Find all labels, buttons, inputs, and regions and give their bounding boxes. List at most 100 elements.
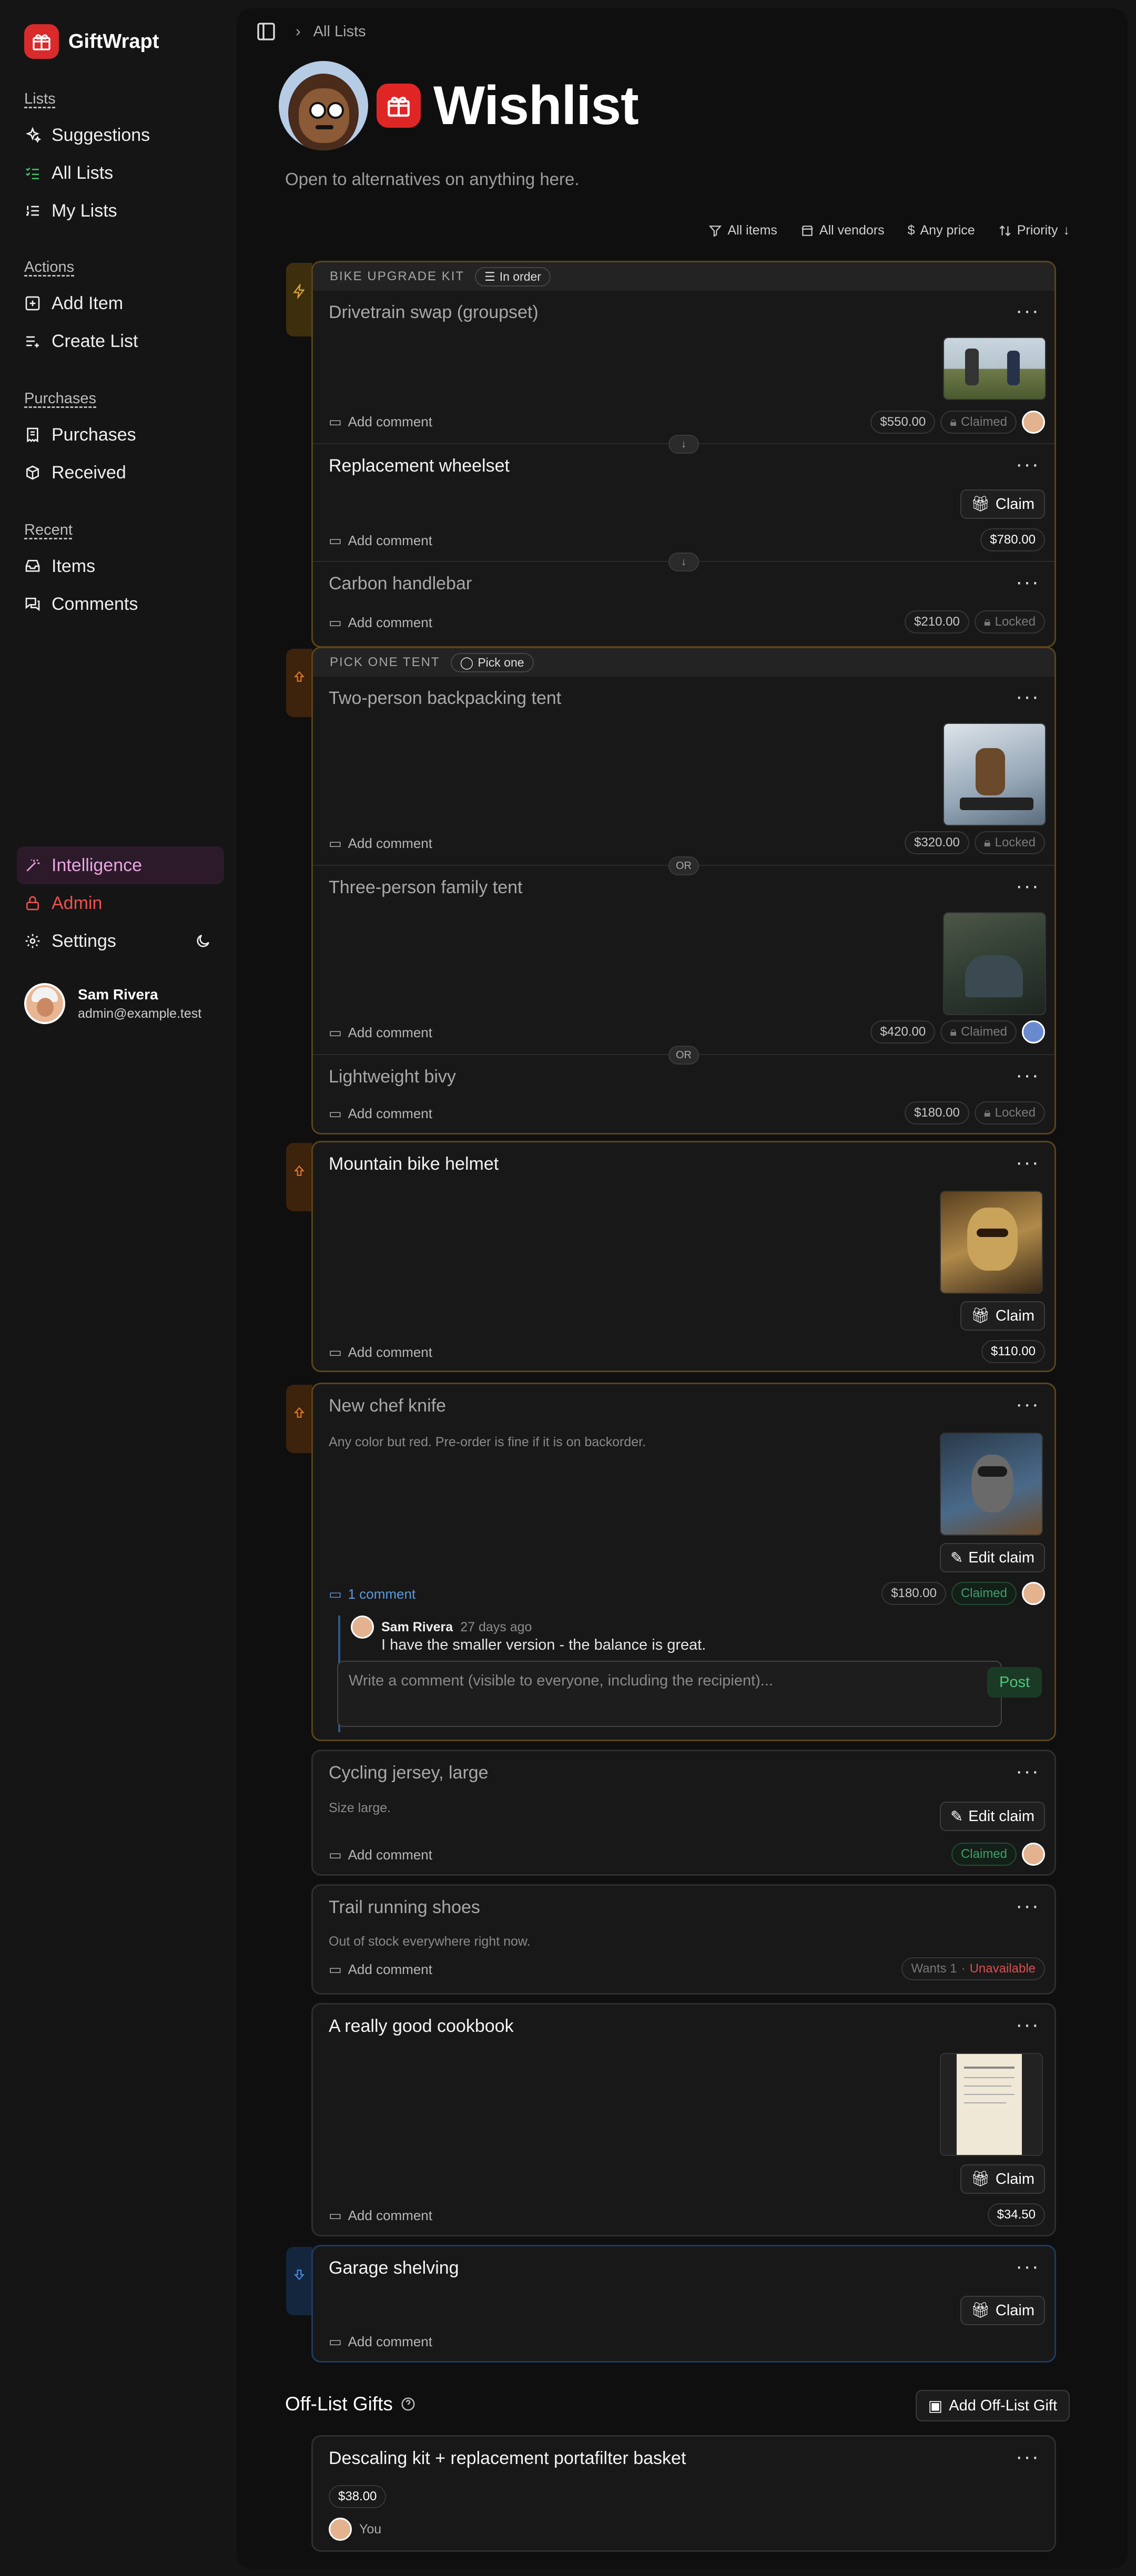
add-comment-button[interactable]: ▭ Add comment	[329, 1025, 432, 1041]
claim-button[interactable]: 🎁︎ Claim	[960, 1301, 1045, 1331]
item-card[interactable]: New chef knife ··· Any color but red. Pr…	[311, 1383, 1056, 1741]
comment-input[interactable]: Write a comment (visible to everyone, in…	[337, 1661, 1002, 1727]
message-icon: ▭	[329, 2334, 342, 2349]
filter-items[interactable]: All items	[708, 223, 777, 238]
nav-item-purchases[interactable]: Purchases	[24, 416, 224, 454]
more-menu-icon[interactable]: ···	[1016, 686, 1040, 707]
more-menu-icon[interactable]: ···	[1016, 300, 1040, 321]
item-name[interactable]: Mountain bike helmet	[329, 1154, 499, 1174]
sidebar-toggle-icon[interactable]	[256, 21, 277, 42]
more-menu-icon[interactable]: ···	[1016, 2256, 1040, 2277]
item-image	[940, 2053, 1043, 2156]
item-name[interactable]: Two-person backpacking tent	[329, 688, 561, 709]
add-comment-button[interactable]: ▭ Add comment	[329, 2334, 432, 2350]
offlist-title: Off-List Gifts	[285, 2393, 393, 2415]
item-note: Size large.	[329, 1801, 391, 1815]
nav-item-recent-items[interactable]: Items	[24, 547, 224, 585]
claim-button[interactable]: 🎁︎ Claim	[960, 2296, 1045, 2325]
list-item[interactable]: Replacement wheelset ··· 🎁︎ Claim ▭ Add co…	[313, 444, 1054, 571]
item-card[interactable]: Trail running shoes ··· Out of stock eve…	[311, 1884, 1056, 1995]
nav-label: Create List	[52, 331, 138, 351]
item-name[interactable]: Descaling kit + replacement portafilter …	[329, 2448, 686, 2469]
breadcrumb[interactable]: All Lists	[313, 23, 366, 40]
nav-bottom: Intelligence Admin Settings	[17, 846, 224, 960]
offlist-item-card[interactable]: Descaling kit + replacement portafilter …	[311, 2435, 1056, 2552]
item-name[interactable]: Replacement wheelset	[329, 456, 510, 476]
item-card[interactable]: Mountain bike helmet ··· 🎁︎ Claim ▭ Add co…	[311, 1141, 1056, 1372]
add-comment-button[interactable]: ▭ Add comment	[329, 835, 432, 852]
item-name[interactable]: Drivetrain swap (groupset)	[329, 302, 539, 323]
list-item[interactable]: Drivetrain swap (groupset) ··· ▭ Add comm…	[313, 291, 1054, 454]
price-badge: $38.00	[329, 2485, 387, 2508]
list-ordered-icon: ☰	[484, 269, 495, 283]
more-menu-icon[interactable]: ···	[1016, 1394, 1040, 1415]
nav-item-settings[interactable]: Settings	[24, 922, 224, 960]
moon-icon[interactable]	[195, 933, 211, 949]
gear-icon	[25, 934, 40, 948]
nav-item-intelligence[interactable]: Intelligence	[17, 846, 224, 884]
more-menu-icon[interactable]: ···	[1016, 454, 1040, 475]
add-comment-button[interactable]: ▭ Add comment	[329, 1344, 432, 1361]
list-item[interactable]: Carbon handlebar ··· ▭ Add comment $210.0…	[313, 562, 1054, 646]
add-comment-button[interactable]: ▭ Add comment	[329, 1847, 432, 1863]
item-card[interactable]: Garage shelving ··· 🎁︎ Claim ▭ Add comment	[311, 2245, 1056, 2363]
add-offlist-gift-button[interactable]: ▣ Add Off-List Gift	[915, 2390, 1070, 2421]
more-menu-icon[interactable]: ···	[1016, 571, 1040, 592]
item-name[interactable]: Cycling jersey, large	[329, 1763, 489, 1783]
list-item[interactable]: Lightweight bivy ··· ▭ Add comment $180.0…	[313, 1055, 1054, 1133]
arrow-up-icon	[294, 671, 305, 682]
add-comment-button[interactable]: ▭ Add comment	[329, 1106, 432, 1122]
nav-item-received[interactable]: Received	[24, 454, 224, 492]
item-name[interactable]: Trail running shoes	[329, 1897, 480, 1918]
sort-priority[interactable]: Priority ↓	[998, 223, 1070, 238]
more-menu-icon[interactable]: ···	[1016, 875, 1040, 896]
user-profile[interactable]: Sam Rivera admin@example.test	[24, 983, 201, 1024]
help-circle-icon[interactable]	[400, 2396, 416, 2412]
nav-item-admin[interactable]: Admin	[24, 884, 224, 922]
more-menu-icon[interactable]: ···	[1016, 2014, 1040, 2035]
more-menu-icon[interactable]: ···	[1016, 2446, 1040, 2467]
nav-item-all-lists[interactable]: All Lists	[24, 154, 224, 192]
item-name[interactable]: Three-person family tent	[329, 877, 523, 898]
add-comment-button[interactable]: ▭ Add comment	[329, 533, 432, 549]
more-menu-icon[interactable]: ···	[1016, 1152, 1040, 1173]
more-menu-icon[interactable]: ···	[1016, 1761, 1040, 1782]
item-name[interactable]: Garage shelving	[329, 2258, 459, 2278]
nav-item-recent-comments[interactable]: Comments	[24, 585, 224, 623]
brand[interactable]: GiftWrapt	[24, 24, 159, 59]
priority-marker	[286, 649, 312, 717]
add-comment-button[interactable]: ▭ Add comment	[329, 615, 432, 631]
nav-item-suggestions[interactable]: Suggestions	[24, 116, 224, 154]
edit-claim-button[interactable]: ✎ Edit claim	[939, 1802, 1045, 1831]
giver-label: You	[359, 2521, 382, 2537]
more-menu-icon[interactable]: ···	[1016, 1065, 1040, 1086]
message-icon: ▭	[329, 1025, 342, 1040]
title-row: Wishlist	[279, 61, 639, 150]
add-comment-button[interactable]: ▭ Add comment	[329, 2207, 432, 2224]
nav-item-add-item[interactable]: Add Item	[24, 284, 224, 322]
list-item[interactable]: Three-person family tent ··· ▭ Add commen…	[313, 866, 1054, 1065]
item-card[interactable]: A really good cookbook ··· 🎁︎ Claim ▭ Add …	[311, 2003, 1056, 2236]
nav-head-actions: Actions	[24, 259, 75, 275]
post-comment-button[interactable]: Post	[987, 1667, 1042, 1698]
filter-vendors[interactable]: All vendors	[800, 223, 885, 238]
item-name[interactable]: A really good cookbook	[329, 2016, 514, 2037]
nav-item-create-list[interactable]: Create List	[24, 322, 224, 360]
filter-price[interactable]: $ Any price	[908, 223, 975, 238]
edit-claim-button[interactable]: ✎ Edit claim	[939, 1543, 1045, 1572]
nav-label: My Lists	[52, 200, 117, 221]
claim-button[interactable]: 🎁︎ Claim	[960, 489, 1045, 519]
more-menu-icon[interactable]: ···	[1016, 1895, 1040, 1916]
list-item[interactable]: Two-person backpacking tent ··· ▭ Add com…	[313, 677, 1054, 875]
add-comment-button[interactable]: ▭ Add comment	[329, 1961, 432, 1978]
item-name[interactable]: Lightweight bivy	[329, 1067, 456, 1087]
item-name[interactable]: Carbon handlebar	[329, 574, 472, 594]
claim-button[interactable]: 🎁︎ Claim	[960, 2164, 1045, 2194]
message-icon: ▭	[329, 1847, 342, 1863]
add-comment-button[interactable]: ▭ Add comment	[329, 414, 432, 430]
nav-item-my-lists[interactable]: My Lists	[24, 192, 224, 230]
item-name[interactable]: New chef knife	[329, 1396, 446, 1416]
comments-toggle[interactable]: ▭ 1 comment	[329, 1586, 415, 1602]
comment-avatar	[351, 1616, 374, 1639]
item-card[interactable]: Cycling jersey, large ··· Size large. ✎ E…	[311, 1750, 1056, 1876]
